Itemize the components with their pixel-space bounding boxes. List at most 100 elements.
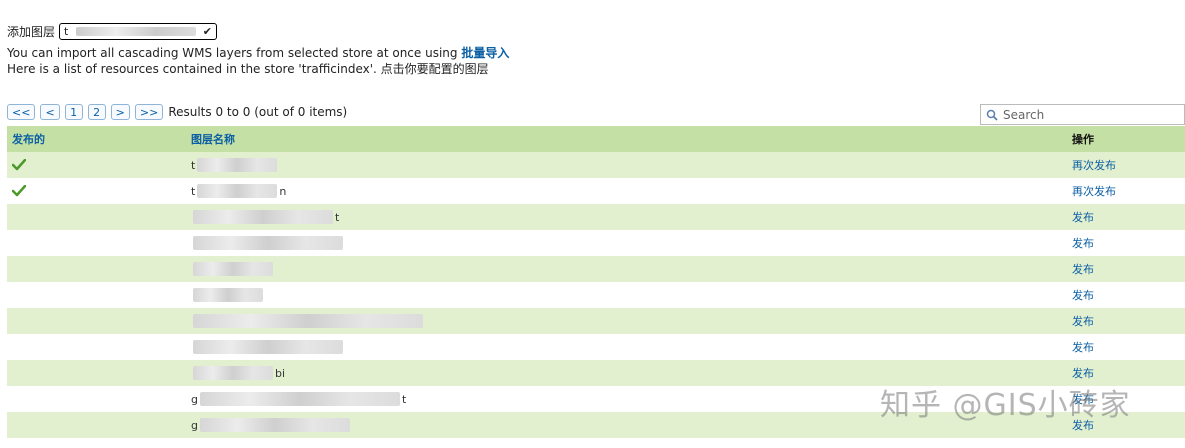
col-action: 操作: [1067, 126, 1185, 152]
redacted-name-mask: [199, 392, 400, 406]
table-row: t n 再次发布: [7, 178, 1185, 204]
action-cell: 发布: [1067, 308, 1185, 334]
layer-name-cell[interactable]: [186, 282, 1067, 308]
prev-page-button[interactable]: <: [40, 104, 60, 120]
table-row: 发布: [7, 282, 1185, 308]
table-row: t 发布: [7, 204, 1185, 230]
action-cell: 发布: [1067, 256, 1185, 282]
publish-link[interactable]: 发布: [1072, 367, 1094, 380]
layer-name[interactable]: [191, 236, 1062, 250]
layer-name-cell[interactable]: [186, 256, 1067, 282]
layer-name[interactable]: [191, 340, 1062, 354]
action-cell: 发布: [1067, 334, 1185, 360]
import-link[interactable]: 批量导入: [461, 46, 509, 60]
publish-link[interactable]: 发布: [1072, 237, 1094, 250]
layer-name-cell[interactable]: [186, 334, 1067, 360]
check-icon: [12, 185, 26, 197]
action-cell: 发布: [1067, 282, 1185, 308]
redacted-name-mask: [197, 158, 278, 172]
page-2-button[interactable]: 2: [87, 104, 106, 120]
check-icon: [12, 159, 26, 171]
layer-name-cell[interactable]: [186, 230, 1067, 256]
page-1-button[interactable]: 1: [64, 104, 83, 120]
layer-name[interactable]: [191, 288, 1062, 302]
layer-name-prefix: t: [191, 158, 196, 172]
published-cell: [7, 412, 186, 438]
resources-line: Here is a list of resources contained in…: [7, 62, 489, 76]
layer-name[interactable]: bi: [191, 366, 1062, 380]
published-cell: [7, 256, 186, 282]
search-input[interactable]: Search: [980, 104, 1185, 125]
action-cell: 再次发布: [1067, 178, 1185, 204]
table-row: 发布: [7, 334, 1185, 360]
published-cell: [7, 308, 186, 334]
redacted-name-mask: [193, 262, 273, 276]
publish-link[interactable]: 发布: [1072, 211, 1094, 224]
layer-name[interactable]: tn: [191, 184, 1062, 198]
layer-name-cell[interactable]: t: [186, 152, 1067, 178]
layer-name-suffix: t: [401, 392, 407, 406]
layer-name-cell[interactable]: [186, 308, 1067, 334]
search-icon: [986, 109, 998, 121]
layer-name-suffix: t: [335, 210, 340, 224]
redacted-name-mask: [197, 184, 278, 198]
layer-name-prefix: g: [191, 418, 198, 432]
add-layer-row: 添加图层 t ✔: [7, 23, 509, 40]
redacted-name-mask: [193, 314, 423, 328]
redacted-name-mask: [193, 210, 333, 224]
layer-name[interactable]: t: [191, 210, 1062, 224]
published-cell: [7, 152, 186, 178]
published-cell: [7, 360, 186, 386]
published-cell: [7, 178, 186, 204]
published-cell: [7, 204, 186, 230]
published-cell: [7, 334, 186, 360]
results-text: Results 0 to 0 (out of 0 items): [168, 105, 348, 119]
publish-link[interactable]: 发布: [1072, 315, 1094, 328]
published-cell: [7, 386, 186, 412]
layer-name-prefix: t: [191, 184, 196, 198]
action-cell: 再次发布: [1067, 152, 1185, 178]
last-page-button[interactable]: >>: [134, 104, 164, 120]
table-row: 发布: [7, 256, 1185, 282]
import-text: You can import all cascading WMS layers …: [7, 46, 458, 60]
published-cell: [7, 230, 186, 256]
next-page-button[interactable]: >: [110, 104, 130, 120]
republish-link[interactable]: 再次发布: [1072, 185, 1116, 198]
search-placeholder: Search: [1003, 107, 1045, 122]
layer-name[interactable]: [191, 314, 1062, 328]
layer-name-cell[interactable]: tn: [186, 178, 1067, 204]
top-section: 添加图层 t ✔ You can import all cascading WM…: [7, 23, 509, 76]
redacted-name-mask: [193, 366, 273, 380]
layer-name-suffix: n: [279, 184, 287, 198]
redacted-name-mask: [193, 340, 343, 354]
layer-name-cell[interactable]: t: [186, 204, 1067, 230]
action-cell: 发布: [1067, 230, 1185, 256]
watermark: 知乎 @GIS小砖家: [880, 388, 1131, 423]
table-row: 发布: [7, 230, 1185, 256]
published-cell: [7, 282, 186, 308]
store-select-mask: [75, 27, 196, 36]
publish-link[interactable]: 发布: [1072, 263, 1094, 276]
table-header-row: 发布的 图层名称 操作: [7, 126, 1185, 152]
chevron-down-icon: ✔: [202, 25, 212, 38]
republish-link[interactable]: 再次发布: [1072, 159, 1116, 172]
import-line: You can import all cascading WMS layers …: [7, 46, 509, 60]
redacted-name-mask: [199, 418, 350, 432]
publish-link[interactable]: 发布: [1072, 289, 1094, 302]
table-row: 发布: [7, 308, 1185, 334]
col-layer-name[interactable]: 图层名称: [186, 126, 1067, 152]
redacted-name-mask: [193, 236, 343, 250]
store-select[interactable]: t ✔: [59, 23, 218, 40]
pager: << < 1 2 > >> Results 0 to 0 (out of 0 i…: [7, 104, 347, 120]
layer-name[interactable]: [191, 262, 1062, 276]
layer-name-prefix: g: [191, 392, 198, 406]
store-select-value: t: [64, 25, 69, 38]
col-published[interactable]: 发布的: [7, 126, 186, 152]
layer-name-suffix: bi: [275, 366, 286, 380]
action-cell: 发布: [1067, 204, 1185, 230]
first-page-button[interactable]: <<: [7, 104, 36, 120]
publish-link[interactable]: 发布: [1072, 341, 1094, 354]
table-row: t 再次发布: [7, 152, 1185, 178]
redacted-name-mask: [193, 288, 263, 302]
layer-name[interactable]: t: [191, 158, 1062, 172]
